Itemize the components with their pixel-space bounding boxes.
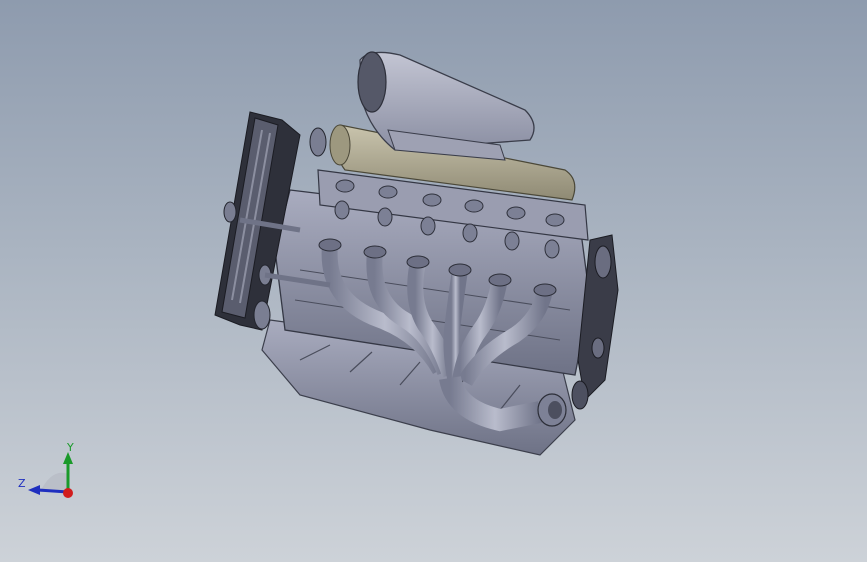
exhaust-outlet[interactable]	[537, 393, 567, 427]
z-axis-label: Z	[18, 477, 26, 490]
x-axis-arrow	[63, 488, 73, 498]
axis-triad: Y Z	[18, 441, 74, 498]
y-axis-label: Y	[66, 441, 74, 454]
graphics-viewport[interactable]: Y Z	[0, 0, 867, 562]
z-axis-arrowhead	[28, 485, 40, 495]
engine-model[interactable]	[0, 0, 867, 562]
